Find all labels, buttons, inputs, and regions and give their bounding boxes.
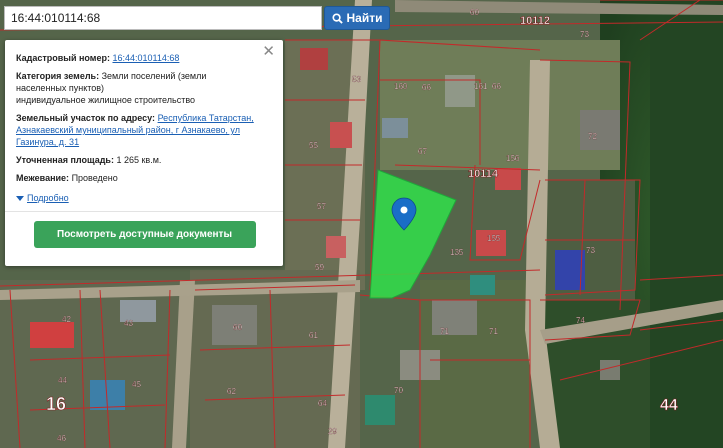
plot-label: 60 [233,323,242,332]
plot-label: 155 [487,234,501,243]
close-icon[interactable]: ✕ [262,44,275,60]
plot-label: 67 [418,147,427,156]
plot-label: 55 [309,141,318,150]
search-icon [331,12,343,24]
plot-label: 29 [328,427,337,436]
plot-label: 42 [62,315,71,324]
survey-row: Межевание: Проведено [16,172,273,184]
address-link-3[interactable]: Газинура, д. 31 [16,137,79,147]
plot-label: 71 [489,327,498,336]
view-documents-button[interactable]: Посмотреть доступные документы [33,221,256,248]
quarter-label: 44 [660,397,678,414]
quarter-label: 16 [46,394,66,414]
plot-label: 71 [440,327,449,336]
survey-value: Проведено [71,173,118,183]
plot-label: 53 [352,75,361,84]
plot-label: 161 [474,82,488,91]
plot-label: 70 [394,386,403,395]
address-label: Земельный участок по адресу: [16,113,156,123]
address-link-1[interactable]: Республика Татарстан, [158,113,254,123]
plot-label: 72 [588,132,597,141]
plot-label: 66 [492,82,501,91]
cadastral-number-row: Кадастровый номер: 16:44:010114:68 [16,52,273,64]
triangle-down-icon [16,195,24,201]
plot-label: 74 [576,316,585,325]
plot-label: 44 [58,376,67,385]
parcel-info-panel: ✕ Кадастровый номер: 16:44:010114:68 Кат… [5,40,283,266]
plot-label: 135 [450,248,464,257]
plot-label: 62 [227,387,236,396]
address-row: Земельный участок по адресу: Республика … [16,112,273,148]
search-button[interactable]: Найти [324,6,390,30]
plot-label: 60 [470,8,479,17]
plot-label: 46 [57,434,66,443]
address-link-2[interactable]: Азнакаевский муниципальный район, г Азна… [16,125,240,135]
plot-label: 45 [132,380,141,389]
plot-label: 43 [124,319,133,328]
cadastral-number-label: Кадастровый номер: [16,53,110,63]
plot-label: 73 [580,30,589,39]
land-category-label: Категория земель: [16,71,100,81]
land-category-row: Категория земель: Земли поселений (земли… [16,70,273,106]
plot-label: 59 [315,263,324,272]
plot-label: 61 [309,331,318,340]
quarter-label: 10112 [520,15,550,27]
details-label: Подробно [27,193,69,203]
divider [5,211,283,212]
land-category-value-2: населенных пунктов) [16,83,105,93]
plot-label: 160 [394,82,408,91]
land-category-value-1: Земли поселений (земли [101,71,207,81]
plot-label: 66 [422,83,431,92]
search-input[interactable] [4,6,322,30]
search-button-label: Найти [346,11,383,25]
survey-label: Межевание: [16,173,70,183]
details-toggle[interactable]: Подробно [16,192,273,204]
plot-label: 57 [317,202,326,211]
area-value: 1 265 кв.м. [116,155,162,165]
land-category-value-3: индивидуальное жилищное строительство [16,95,196,105]
area-label: Уточненная площадь: [16,155,114,165]
cadastral-number-link[interactable]: 16:44:010114:68 [112,53,179,63]
plot-label: 64 [318,399,327,408]
area-row: Уточненная площадь: 1 265 кв.м. [16,154,273,166]
quarter-label: 10114 [468,168,499,180]
plot-label: 73 [586,246,595,255]
plot-label: 156 [506,154,520,163]
